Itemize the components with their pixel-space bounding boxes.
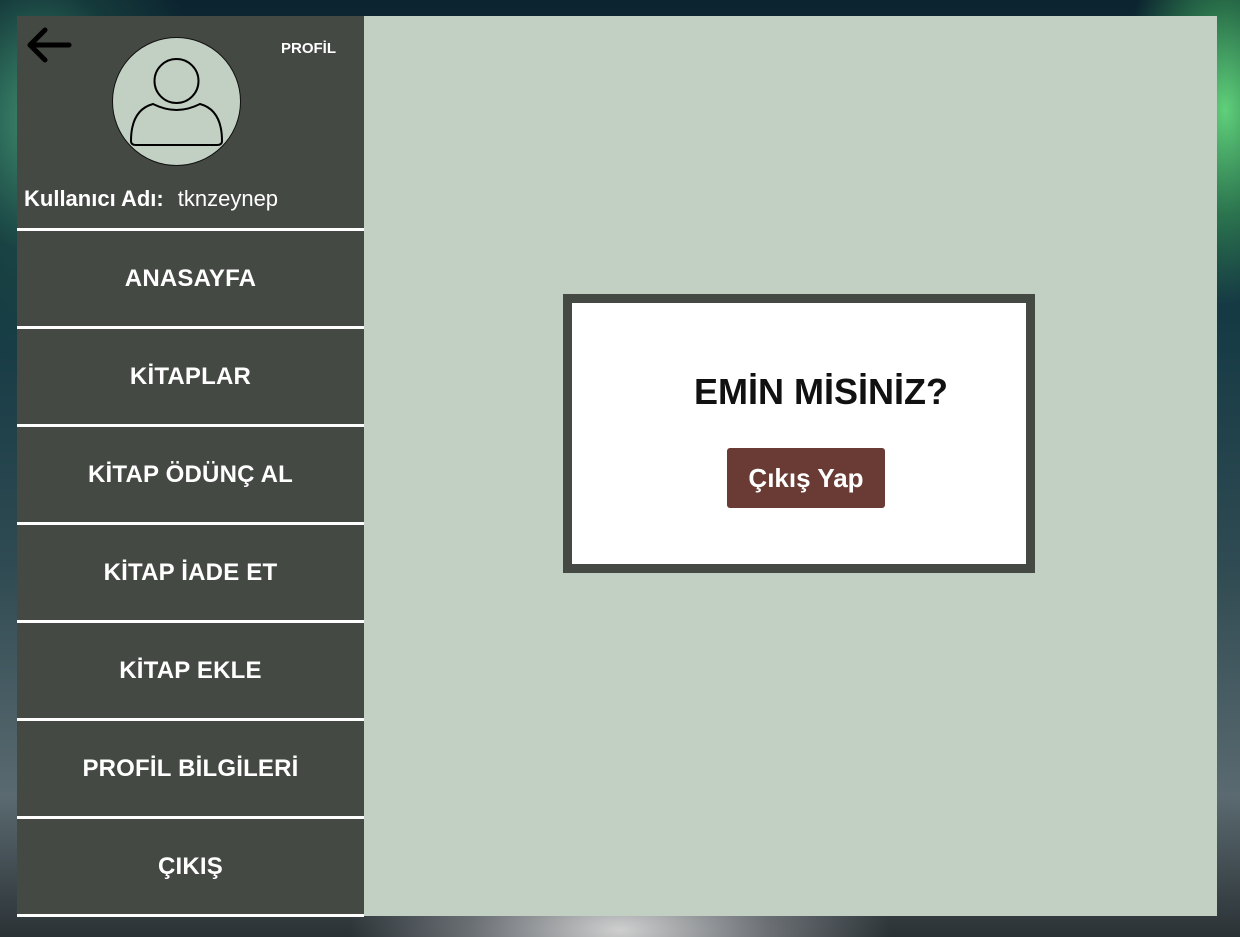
arrow-left-icon <box>27 27 72 63</box>
sidebar-menu: ANASAYFA KİTAPLAR KİTAP ÖDÜNÇ AL KİTAP İ… <box>17 228 364 917</box>
menu-item-kitap-ekle[interactable]: KİTAP EKLE <box>17 620 364 718</box>
menu-item-cikis[interactable]: ÇIKIŞ <box>17 816 364 917</box>
username-value: tknzeynep <box>177 186 279 211</box>
dialog-title: EMİN MİSİNİZ? <box>694 371 948 412</box>
sidebar: PROFİL Kullanıcı Adı: tknzeynep ANASAYFA… <box>17 16 364 917</box>
back-button[interactable] <box>23 24 73 68</box>
menu-item-kitap-iade-et[interactable]: KİTAP İADE ET <box>17 522 364 620</box>
menu-item-kitap-odunc-al[interactable]: KİTAP ÖDÜNÇ AL <box>17 424 364 522</box>
username-row: Kullanıcı Adı: tknzeynep <box>24 186 278 212</box>
menu-item-kitaplar[interactable]: KİTAPLAR <box>17 326 364 424</box>
logout-button[interactable]: Çıkış Yap <box>727 448 885 508</box>
username-label: Kullanıcı Adı: <box>24 186 164 211</box>
app-window: PROFİL Kullanıcı Adı: tknzeynep ANASAYFA… <box>17 16 1217 917</box>
menu-item-profil-bilgileri[interactable]: PROFİL BİLGİLERİ <box>17 718 364 816</box>
menu-item-anasayfa[interactable]: ANASAYFA <box>17 228 364 326</box>
profile-heading: PROFİL <box>281 40 336 57</box>
avatar <box>112 37 241 166</box>
confirm-dialog: EMİN MİSİNİZ? Çıkış Yap <box>563 294 1035 573</box>
user-avatar-icon <box>129 58 224 146</box>
